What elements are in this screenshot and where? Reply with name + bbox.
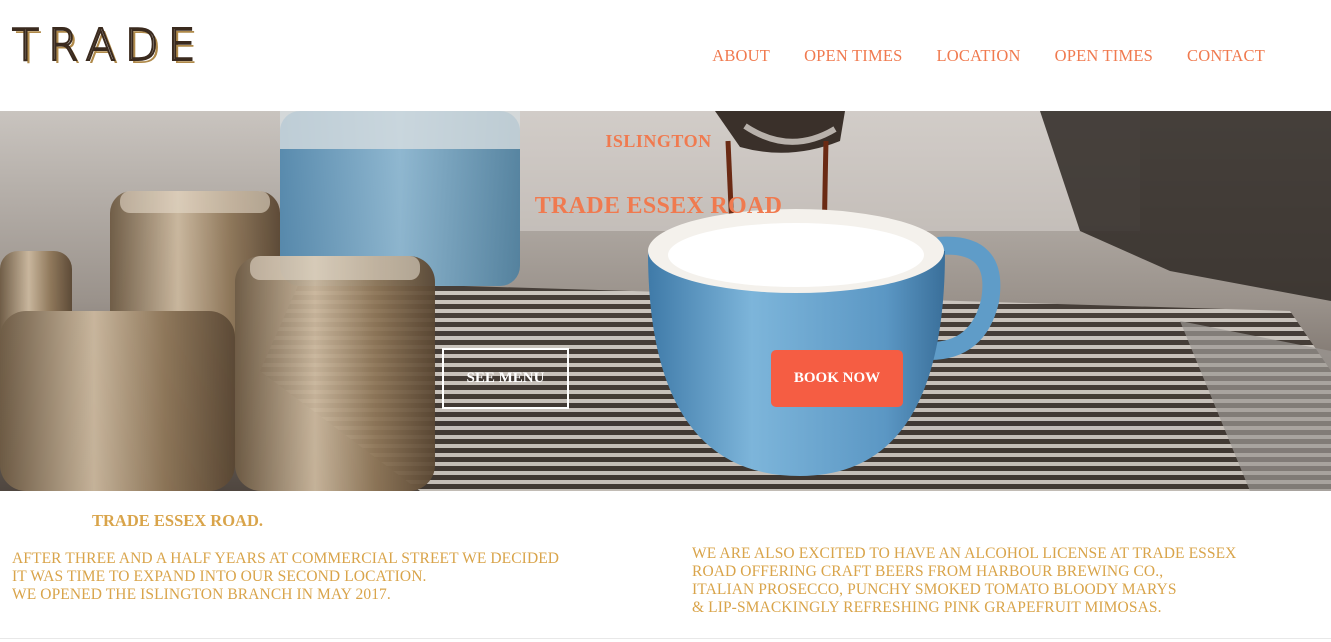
intro-line: IT WAS TIME TO EXPAND INTO OUR SECOND LO…	[12, 568, 427, 585]
hero-location: ISLINGTON	[605, 131, 712, 151]
site-header: TRADE ABOUT OPEN TIMES LOCATION OPEN TIM…	[0, 0, 1331, 111]
license-line: & LIP-SMACKINGLY REFRESHING PINK GRAPEFR…	[692, 599, 1162, 616]
divider	[0, 638, 1331, 639]
nav-open-times[interactable]: OPEN TIMES	[804, 46, 902, 66]
license-line: ITALIAN PROSECCO, PUNCHY SMOKED TOMATO B…	[692, 581, 1177, 598]
coffee-hero-image	[0, 111, 1331, 491]
see-menu-button[interactable]: SEE MENU	[442, 348, 569, 409]
intro-line: AFTER THREE AND A HALF YEARS AT COMMERCI…	[12, 550, 560, 567]
intro-line: WE OPENED THE ISLINGTON BRANCH IN MAY 20…	[12, 586, 391, 603]
license-line: WE ARE ALSO EXCITED TO HAVE AN ALCOHOL L…	[692, 545, 1237, 562]
section-title: TRADE ESSEX ROAD.	[92, 511, 263, 530]
hero-title: TRADE ESSEX ROAD	[534, 193, 783, 219]
site-logo[interactable]: TRADE	[11, 23, 204, 69]
book-now-button[interactable]: BOOK NOW	[771, 350, 903, 407]
main-nav: ABOUT OPEN TIMES LOCATION OPEN TIMES CON…	[712, 46, 1265, 66]
nav-location[interactable]: LOCATION	[936, 46, 1020, 66]
hero-banner: ISLINGTON TRADE ESSEX ROAD SEE MENU BOOK…	[0, 111, 1331, 491]
intro-paragraph: AFTER THREE AND A HALF YEARS AT COMMERCI…	[12, 550, 632, 604]
nav-contact[interactable]: CONTACT	[1187, 46, 1265, 66]
nav-open-times-2[interactable]: OPEN TIMES	[1055, 46, 1153, 66]
license-line: ROAD OFFERING CRAFT BEERS FROM HARBOUR B…	[692, 563, 1164, 580]
nav-about[interactable]: ABOUT	[712, 46, 770, 66]
license-paragraph: WE ARE ALSO EXCITED TO HAVE AN ALCOHOL L…	[692, 545, 1312, 617]
